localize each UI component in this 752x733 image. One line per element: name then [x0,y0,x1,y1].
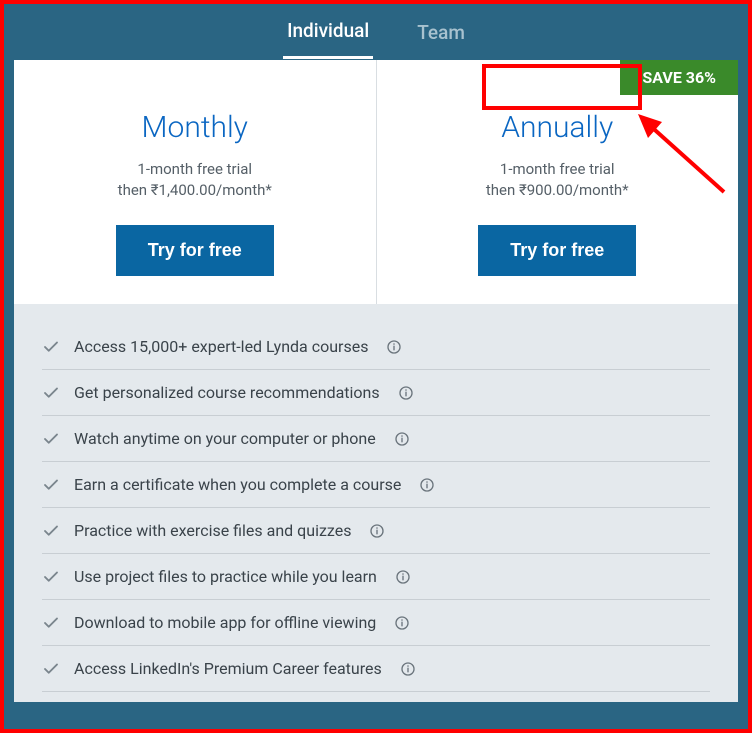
feature-text: Access 15,000+ expert-led Lynda courses [74,337,368,356]
feature-text: Earn a certificate when you complete a c… [74,475,401,494]
info-icon[interactable] [400,661,416,677]
plan-title: Annually [397,110,719,145]
info-icon[interactable] [395,569,411,585]
feature-text: Access LinkedIn's Premium Career feature… [74,659,382,678]
check-icon [42,660,60,678]
check-icon [42,476,60,494]
check-icon [42,522,60,540]
info-icon[interactable] [386,339,402,355]
plan-card-annually: SAVE 36% Annually 1-month free trial the… [377,60,739,304]
plan-title: Monthly [34,110,356,145]
plan-price-text: then ₹900.00/month* [397,180,719,201]
info-icon[interactable] [394,431,410,447]
check-icon [42,614,60,632]
feature-text: Practice with exercise files and quizzes [74,521,351,540]
feature-text: Use project files to practice while you … [74,567,377,586]
feature-text: Watch anytime on your computer or phone [74,429,376,448]
feature-text: Get personalized course recommendations [74,383,380,402]
check-icon [42,430,60,448]
feature-item: Practice with exercise files and quizzes [42,508,710,554]
pricing-screen: Individual Team Monthly 1-month free tri… [0,0,752,733]
plan-trial-text: 1-month free trial [397,159,719,180]
feature-item: Get personalized course recommendations [42,370,710,416]
pricing-cards: Monthly 1-month free trial then ₹1,400.0… [4,60,748,304]
check-icon [42,568,60,586]
plan-type-tabs: Individual Team [4,4,748,60]
info-icon[interactable] [419,477,435,493]
tab-individual[interactable]: Individual [283,5,373,59]
feature-list: Access 15,000+ expert-led Lynda courses … [14,304,738,702]
feature-item: Earn a certificate when you complete a c… [42,462,710,508]
check-icon [42,384,60,402]
feature-item: Use project files to practice while you … [42,554,710,600]
info-icon[interactable] [369,523,385,539]
tab-team[interactable]: Team [413,7,469,58]
try-free-button-annually[interactable]: Try for free [478,225,636,276]
info-icon[interactable] [398,385,414,401]
info-icon[interactable] [394,615,410,631]
feature-item: Watch anytime on your computer or phone [42,416,710,462]
plan-price-text: then ₹1,400.00/month* [34,180,356,201]
save-badge: SAVE 36% [620,60,738,95]
plan-card-monthly: Monthly 1-month free trial then ₹1,400.0… [14,60,377,304]
feature-text: Download to mobile app for offline viewi… [74,613,376,632]
plan-trial-text: 1-month free trial [34,159,356,180]
feature-item: Download to mobile app for offline viewi… [42,600,710,646]
feature-item: Access LinkedIn's Premium Career feature… [42,646,710,692]
feature-item: Access 15,000+ expert-led Lynda courses [42,324,710,370]
try-free-button-monthly[interactable]: Try for free [116,225,274,276]
check-icon [42,338,60,356]
